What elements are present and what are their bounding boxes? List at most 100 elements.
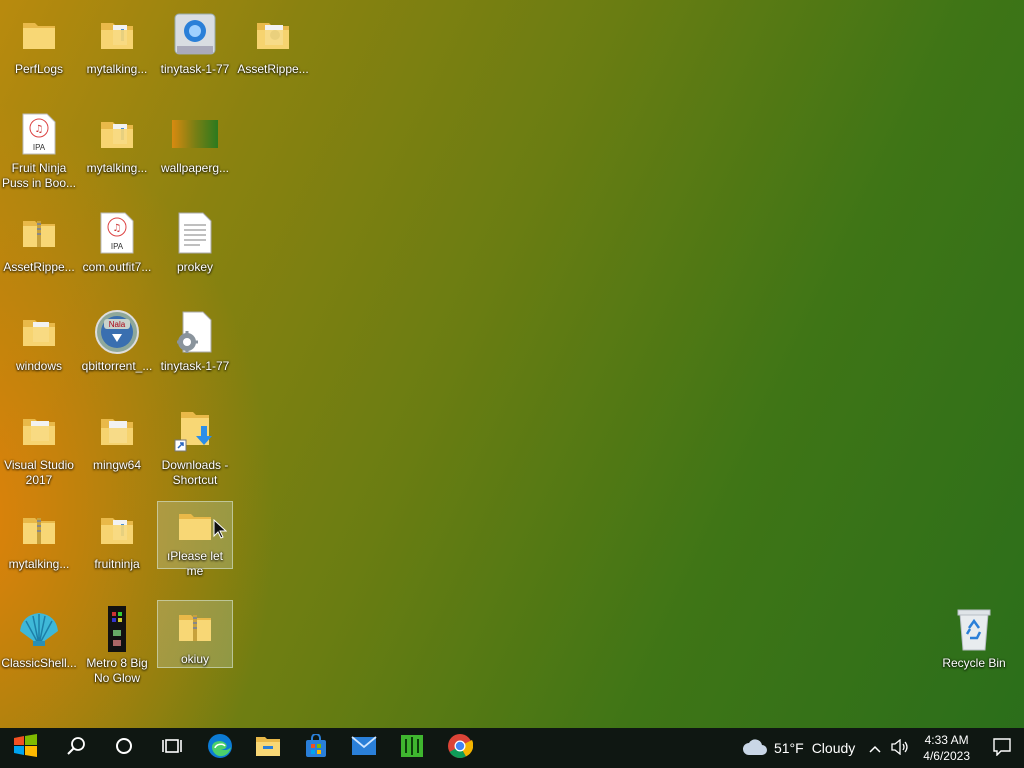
icon-label: windows (15, 359, 63, 373)
svg-text:IPA: IPA (111, 242, 124, 251)
task-view-button[interactable] (148, 728, 196, 768)
desktop-icon-metro8[interactable]: Metro 8 Big No Glow (79, 600, 155, 687)
folder-icon (15, 308, 63, 356)
desktop-icon-tinytask-app[interactable]: tinytask-1-77 (157, 6, 233, 78)
icon-label: Metro 8 Big No Glow (86, 656, 148, 685)
cortana-circle-icon (115, 737, 133, 760)
desktop-icon-assetripper-zip[interactable]: AssetRippe... (1, 204, 77, 276)
icon-label: mytalking... (86, 161, 148, 175)
search-button[interactable] (52, 728, 100, 768)
desktop-icon-downloads-shortcut[interactable]: Downloads - Shortcut (157, 402, 233, 489)
icon-label: prokey (176, 260, 214, 274)
mail-button[interactable] (340, 728, 388, 768)
desktop-icon-com-outfit7-ipa[interactable]: ♫ IPA com.outfit7... (79, 204, 155, 276)
edge-button[interactable] (196, 728, 244, 768)
icon-label: fruitninja (94, 557, 140, 571)
icon-label: Recycle Bin (942, 656, 1006, 670)
folder-icon (93, 11, 141, 59)
icon-label: PerfLogs (14, 62, 64, 76)
chevron-up-icon (869, 740, 881, 756)
desktop-icon-mingw64[interactable]: mingw64 (79, 402, 155, 474)
icon-label: ClassicShell... (1, 656, 77, 670)
folder-icon (93, 506, 141, 554)
mouse-cursor-icon (213, 518, 228, 544)
icon-label: com.outfit7... (82, 260, 152, 274)
icon-label: Fruit Ninja Puss in Boo... (1, 161, 77, 190)
taskbar: 51°F Cloudy 4:33 AM 4/6/2023 (0, 728, 1024, 768)
desktop-icon-okiuy[interactable]: okiuy (157, 600, 233, 668)
ipa-file-icon: ♫ IPA (15, 110, 63, 158)
icon-label: Downloads - Shortcut (161, 458, 229, 487)
svg-text:Nala: Nala (109, 320, 126, 329)
clock-date: 4/6/2023 (923, 749, 970, 763)
icon-label: mytalking... (8, 557, 70, 571)
search-icon (66, 736, 86, 761)
icon-label: tinytask-1-77 (160, 62, 230, 76)
desktop-icon-mytalking-folder-1[interactable]: mytalking... (79, 6, 155, 78)
start-button[interactable] (0, 728, 52, 768)
folder-icon (15, 407, 63, 455)
folder-icon (93, 110, 141, 158)
weather-temperature: 51°F (773, 740, 804, 756)
file-explorer-button[interactable] (244, 728, 292, 768)
desktop-icon-qbittorrent[interactable]: Nala qbittorrent_... (79, 303, 155, 375)
edge-browser-icon (207, 733, 233, 764)
tinytask-app-icon (171, 11, 219, 59)
green-app-icon (400, 734, 424, 763)
file-explorer-icon (255, 735, 281, 762)
icon-label: AssetRippe... (3, 260, 75, 274)
store-bag-icon (304, 732, 328, 763)
recycle-bin-icon (950, 605, 998, 653)
icon-label: wallpaperg... (160, 161, 230, 175)
desktop-icon-tinytask-config[interactable]: tinytask-1-77 (157, 303, 233, 375)
weather-widget[interactable]: 51°F Cloudy (734, 728, 863, 768)
clock-time: 4:33 AM (924, 733, 969, 747)
task-view-icon (162, 737, 182, 760)
icon-label: AssetRippe... (237, 62, 309, 76)
desktop-icon-fruitninja-folder[interactable]: fruitninja (79, 501, 155, 573)
icon-label: qbittorrent_... (81, 359, 153, 373)
mail-icon (351, 735, 377, 761)
chrome-icon (447, 733, 474, 764)
zip-folder-icon (15, 209, 63, 257)
folder-icon (249, 11, 297, 59)
desktop-icon-windows[interactable]: windows (1, 303, 77, 375)
desktop-icon-mytalking-folder-2[interactable]: mytalking... (79, 105, 155, 177)
show-hidden-icons-button[interactable] (863, 728, 887, 768)
desktop-icon-fruit-ninja-ipa[interactable]: ♫ IPA Fruit Ninja Puss in Boo... (1, 105, 77, 192)
svg-text:♫: ♫ (113, 223, 122, 234)
cortana-button[interactable] (100, 728, 148, 768)
desktop-icon-prokey[interactable]: prokey (157, 204, 233, 276)
desktop-icon-recycle-bin[interactable]: Recycle Bin (936, 600, 1012, 672)
installer-icon: Nala (93, 308, 141, 356)
notification-icon (993, 737, 1011, 759)
chrome-button[interactable] (436, 728, 484, 768)
windows-logo-icon (13, 733, 39, 763)
store-button[interactable] (292, 728, 340, 768)
icon-label: ıPlease let me (166, 549, 224, 578)
svg-text:♫: ♫ (35, 124, 44, 135)
desktop-icon-perflogs[interactable]: PerfLogs (1, 6, 77, 78)
green-app-button[interactable] (388, 728, 436, 768)
speaker-icon (891, 738, 909, 758)
theme-file-icon (93, 605, 141, 653)
action-center-button[interactable] (980, 728, 1024, 768)
volume-button[interactable] (887, 728, 913, 768)
ipa-file-icon: ♫ IPA (93, 209, 141, 257)
desktop-icon-mytalking-zip[interactable]: mytalking... (1, 501, 77, 573)
icon-label: Visual Studio 2017 (4, 458, 74, 487)
clock[interactable]: 4:33 AM 4/6/2023 (913, 732, 980, 764)
desktop: PerfLogs ♫ IPA Fruit Ninja Puss in Boo...… (0, 0, 1024, 728)
desktop-icon-classicshell[interactable]: ClassicShell... (1, 600, 77, 672)
folder-icon (15, 11, 63, 59)
seashell-icon (15, 605, 63, 653)
zip-folder-icon (171, 605, 219, 649)
config-file-icon (171, 308, 219, 356)
desktop-icon-assetripper-folder[interactable]: AssetRippe... (235, 6, 311, 78)
desktop-icon-wallpaper-image[interactable]: wallpaperg... (157, 105, 233, 177)
desktop-icon-visual-studio-2017[interactable]: Visual Studio 2017 (1, 402, 77, 489)
folder-icon (171, 506, 219, 546)
system-tray: 51°F Cloudy 4:33 AM 4/6/2023 (734, 728, 1024, 768)
icon-label: mingw64 (92, 458, 142, 472)
downloads-shortcut-icon (171, 407, 219, 455)
